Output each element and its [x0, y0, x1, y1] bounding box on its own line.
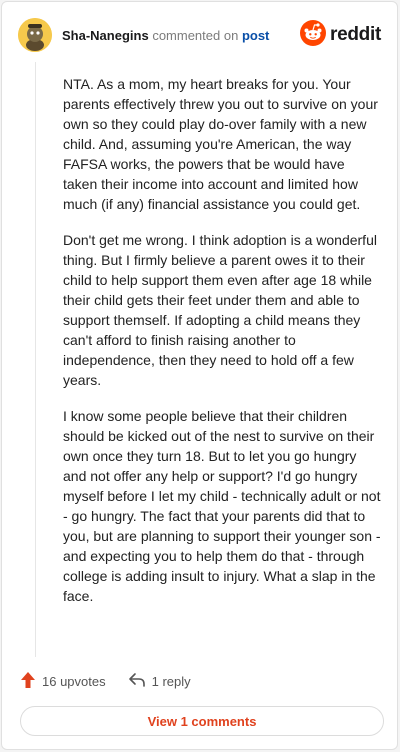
upvote-arrow-icon [20, 671, 36, 692]
comment-body: NTA. As a mom, my heart breaks for you. … [63, 74, 381, 622]
view-comments-button[interactable]: View 1 comments [20, 706, 384, 736]
reddit-logo-icon [300, 19, 327, 51]
comment-paragraph: NTA. As a mom, my heart breaks for you. … [63, 76, 378, 212]
comment-paragraph: I know some people believe that their ch… [63, 408, 381, 604]
reddit-wordmark: reddit [330, 24, 381, 45]
thread-line[interactable] [35, 62, 36, 657]
reply-arrow-icon [128, 672, 146, 691]
reply-count: 1 reply [151, 673, 191, 689]
upvote-button[interactable]: 16 upvotes [20, 671, 106, 692]
username-link[interactable]: Sha-Nanegins [62, 28, 149, 43]
upvote-count: 16 upvotes [42, 673, 106, 689]
comment-card: Sha-Nanegins commented on post reddit NT… [1, 1, 398, 750]
reply-button[interactable]: 1 reply [128, 672, 191, 691]
comment-meta: Sha-Nanegins commented on post [62, 28, 269, 43]
comment-actions: 16 upvotes 1 reply [20, 669, 191, 693]
avatar-icon[interactable] [18, 18, 52, 52]
comment-header: Sha-Nanegins commented on post reddit [18, 16, 381, 54]
commented-on-text: commented on [152, 27, 239, 43]
reddit-brand[interactable]: reddit [300, 19, 381, 51]
comment-paragraph: Don't get me wrong. I think adoption is … [63, 232, 377, 388]
post-link[interactable]: post [242, 28, 269, 43]
